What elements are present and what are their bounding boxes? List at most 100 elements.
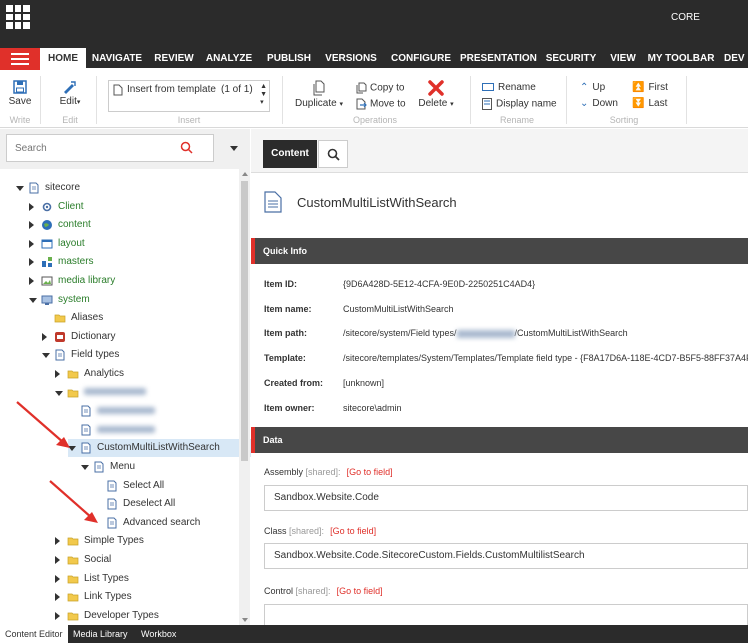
tab-search[interactable] [318, 140, 348, 168]
display-name-label: Display name [496, 98, 557, 110]
chevron-up-icon: ⌃ [580, 82, 589, 93]
redacted-tree-label [84, 384, 146, 402]
folder-icon [67, 387, 79, 399]
tab-publish[interactable]: PUBLISH [264, 48, 314, 70]
expand-arrow-icon[interactable] [29, 258, 34, 267]
sort-up-button[interactable]: ⌃ Up [580, 82, 605, 93]
duplicate-button[interactable]: Duplicate ▾ [292, 80, 346, 109]
template-value[interactable]: /sitecore/templates/System/Templates/Tem… [343, 353, 748, 363]
copy-to-button[interactable]: Copy to [356, 82, 404, 94]
tree-item-label: content [58, 219, 91, 231]
expand-arrow-icon[interactable] [55, 556, 60, 564]
display-name-icon [482, 98, 492, 110]
edit-dropdown-icon: ▾ [76, 99, 81, 106]
assembly-field-label: Assembly [shared]: [Go to field] [264, 467, 393, 477]
expand-arrow-icon[interactable] [55, 537, 60, 546]
search-icon[interactable] [180, 141, 193, 154]
search-icon [327, 148, 340, 161]
scroll-thumb[interactable] [241, 181, 248, 461]
shared-tag: [shared]: [305, 467, 341, 477]
expand-arrow-icon[interactable] [29, 202, 34, 211]
go-to-field-link[interactable]: [Go to field] [337, 586, 383, 596]
tab-dev[interactable]: DEV [724, 48, 748, 70]
insert-scroll-icon[interactable]: ▲ ▼ ▾ [260, 83, 267, 107]
tree-item-label: List Types [84, 572, 129, 584]
expand-arrow-icon[interactable] [29, 221, 34, 230]
expand-arrow-icon[interactable] [55, 593, 60, 602]
tab-presentation[interactable]: PRESENTATION [460, 48, 537, 70]
insert-option-label: Insert from template [127, 84, 216, 95]
dict-icon [54, 331, 66, 343]
delete-button[interactable]: Delete ▾ [414, 80, 458, 109]
sort-first-button[interactable]: ⏫ First [632, 82, 668, 93]
tab-home[interactable]: HOME [40, 48, 86, 70]
expand-arrow-icon[interactable] [55, 370, 60, 378]
tab-security[interactable]: SECURITY [542, 48, 600, 70]
quick-info-section-header[interactable]: Quick Info [251, 238, 748, 264]
tab-my-toolbar[interactable]: MY TOOLBAR [644, 48, 718, 70]
collapse-arrow-icon[interactable] [16, 186, 24, 191]
folder-icon [67, 535, 79, 547]
double-chevron-down-icon: ⏬ [632, 98, 645, 109]
sort-last-button[interactable]: ⏬ Last [632, 98, 667, 109]
tab-content[interactable]: Content [263, 140, 317, 168]
tree-scrollbar[interactable] [239, 169, 250, 625]
gear-icon [41, 201, 53, 213]
tab-configure[interactable]: CONFIGURE [388, 48, 454, 70]
expand-arrow-icon[interactable] [42, 332, 47, 341]
app-launcher-icon[interactable] [6, 5, 30, 29]
insert-options-list[interactable]: Insert from template (1 of 1) ▲ ▼ ▾ [108, 80, 270, 112]
tab-analyze[interactable]: ANALYZE [204, 48, 254, 70]
expand-arrow-icon[interactable] [55, 574, 60, 583]
collapse-arrow-icon[interactable] [29, 297, 37, 303]
tree-item-label: sitecore [45, 182, 81, 193]
tab-navigate[interactable]: NAVIGATE [90, 48, 144, 70]
tabbar-spacer [0, 34, 748, 46]
folder-icon [54, 312, 66, 324]
collapse-arrow-icon[interactable] [81, 465, 89, 470]
tab-workbox[interactable]: Workbox [136, 625, 181, 643]
folder-icon [67, 591, 79, 603]
tree-item-label: layout [58, 237, 85, 249]
redacted-tree-label [97, 402, 155, 420]
tab-content-editor[interactable]: Content Editor [0, 625, 68, 643]
display-name-button[interactable]: Display name [482, 98, 557, 110]
expand-arrow-icon[interactable] [29, 239, 34, 248]
delete-icon [428, 80, 444, 96]
edit-button[interactable]: Edit▾ [52, 80, 88, 107]
redacted-tree-label [97, 421, 155, 439]
insert-option-count: (1 of 1) [221, 84, 253, 95]
search-options-dropdown-icon[interactable] [230, 146, 238, 151]
group-rename-label: Rename [499, 115, 535, 125]
collapse-arrow-icon[interactable] [42, 353, 50, 359]
tab-versions[interactable]: VERSIONS [322, 48, 380, 70]
tree-item[interactable]: CustomMultiListWithSearch [68, 439, 253, 458]
folder-icon [67, 610, 79, 622]
assembly-field[interactable]: Sandbox.Website.Code [264, 485, 748, 511]
collapse-arrow-icon[interactable] [55, 390, 63, 396]
control-field[interactable] [264, 604, 748, 625]
tab-view[interactable]: VIEW [608, 48, 638, 70]
duplicate-icon [313, 80, 325, 96]
sort-down-button[interactable]: ⌄ Down [580, 98, 618, 109]
rename-button[interactable]: Rename [482, 82, 536, 93]
content-tree-panel [0, 129, 250, 625]
collapse-arrow-icon[interactable] [68, 446, 76, 452]
tree-search-box[interactable] [6, 134, 214, 162]
scroll-up-icon[interactable] [242, 172, 248, 176]
save-button[interactable]: Save [6, 80, 34, 107]
data-section-header[interactable]: Data [251, 427, 748, 453]
expand-arrow-icon[interactable] [55, 611, 60, 620]
expand-arrow-icon[interactable] [29, 277, 34, 285]
rename-icon [482, 83, 494, 92]
menu-hamburger-icon[interactable] [0, 48, 40, 70]
tab-review[interactable]: REVIEW [150, 48, 198, 70]
delete-label: Delete [418, 98, 448, 109]
go-to-field-link[interactable]: [Go to field] [347, 467, 393, 477]
class-field[interactable]: Sandbox.Website.Code.SitecoreCustom.Fiel… [264, 543, 748, 569]
search-input[interactable] [7, 135, 177, 161]
go-to-field-link[interactable]: [Go to field] [330, 526, 376, 536]
scroll-down-icon[interactable] [242, 618, 248, 622]
move-to-button[interactable]: Move to [356, 98, 406, 110]
tab-media-library[interactable]: Media Library [68, 625, 133, 643]
